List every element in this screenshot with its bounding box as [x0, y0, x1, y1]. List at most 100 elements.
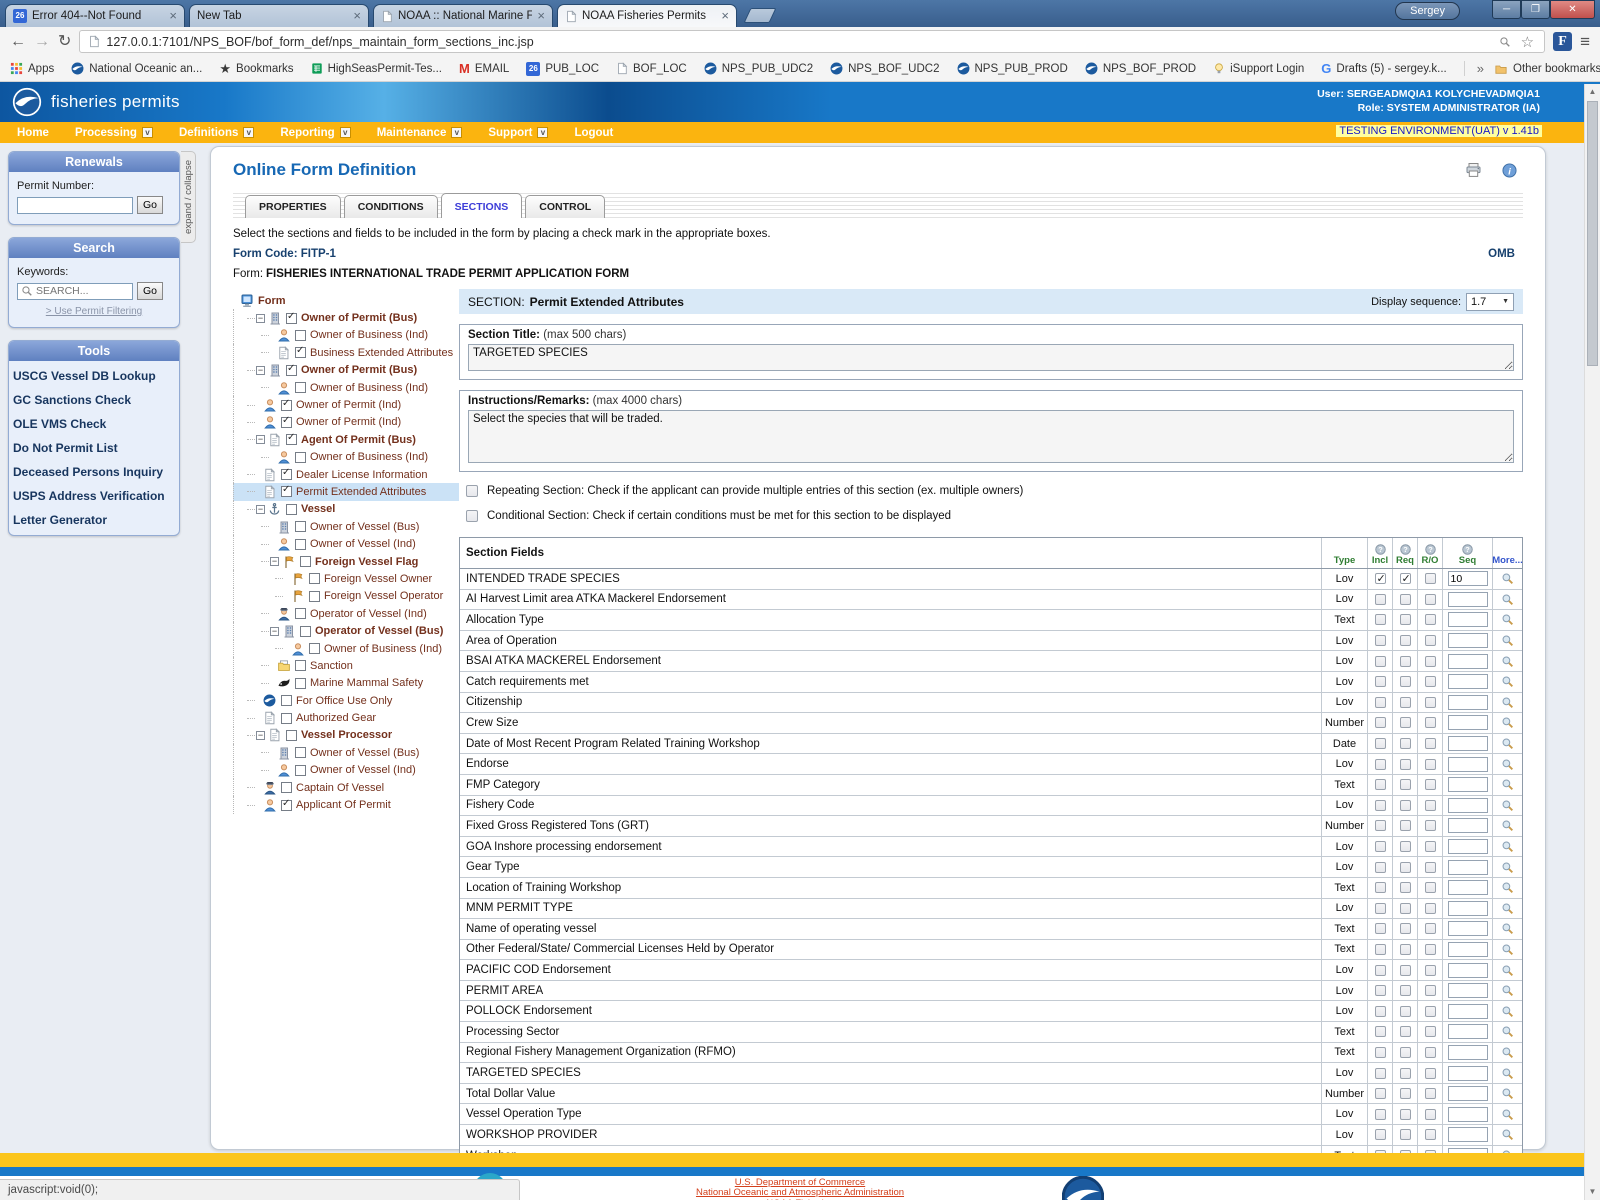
more-button[interactable]	[1492, 960, 1522, 980]
ro-checkbox[interactable]	[1425, 965, 1436, 976]
ro-checkbox[interactable]	[1425, 738, 1436, 749]
seq-input[interactable]	[1448, 942, 1488, 957]
tree-item[interactable]: − Agent Of Permit (Bus)	[233, 431, 459, 448]
tree-checkbox[interactable]	[309, 573, 320, 584]
more-button[interactable]	[1492, 713, 1522, 733]
tree-item[interactable]: − Owner of Permit (Ind)	[233, 414, 459, 431]
tree-checkbox[interactable]	[281, 417, 292, 428]
incl-checkbox[interactable]	[1375, 882, 1386, 893]
tree-item[interactable]: − Owner of Vessel (Bus)	[233, 744, 459, 761]
tree-expander-icon[interactable]: −	[270, 557, 279, 566]
tree-item[interactable]: − Business Extended Attributes	[233, 344, 459, 361]
req-checkbox[interactable]	[1400, 882, 1411, 893]
tree-item[interactable]: − Applicant Of Permit	[233, 796, 459, 813]
tree-item[interactable]: − Owner of Permit (Bus)	[233, 362, 459, 379]
incl-checkbox[interactable]	[1375, 903, 1386, 914]
bookmarks-overflow-icon[interactable]: »	[1477, 61, 1484, 76]
tree-checkbox[interactable]	[286, 365, 297, 376]
seq-input[interactable]	[1448, 592, 1488, 607]
incl-checkbox[interactable]	[1375, 985, 1386, 996]
tree-checkbox[interactable]	[281, 469, 292, 480]
tree-checkbox[interactable]	[281, 400, 292, 411]
req-checkbox[interactable]	[1400, 697, 1411, 708]
incl-checkbox[interactable]	[1375, 923, 1386, 934]
more-button[interactable]	[1492, 878, 1522, 898]
tree-item[interactable]: − Marine Mammal Safety	[233, 675, 459, 692]
scroll-down-icon[interactable]: ▼	[1585, 1184, 1600, 1200]
bookmark-item[interactable]: NPS_PUB_PROD	[957, 62, 1068, 75]
more-button[interactable]	[1492, 940, 1522, 960]
more-button[interactable]	[1492, 1022, 1522, 1042]
ro-checkbox[interactable]	[1425, 594, 1436, 605]
seq-input[interactable]	[1448, 1045, 1488, 1060]
tool-link-ole-vms-check[interactable]: OLE VMS Check	[11, 413, 177, 435]
req-checkbox[interactable]	[1400, 1109, 1411, 1120]
footer-link-noaa[interactable]: National Oceanic and Atmospheric Adminis…	[696, 1187, 904, 1198]
help-icon[interactable]: ?	[1375, 544, 1386, 555]
minimize-button[interactable]: ─	[1492, 0, 1521, 19]
permit-filtering-link[interactable]: > Use Permit Filtering	[17, 306, 171, 317]
incl-checkbox[interactable]	[1375, 862, 1386, 873]
tree-checkbox[interactable]	[281, 800, 292, 811]
other-bookmarks-button[interactable]: Other bookmarks	[1494, 63, 1600, 75]
req-checkbox[interactable]	[1400, 985, 1411, 996]
req-checkbox[interactable]	[1400, 1068, 1411, 1079]
more-button[interactable]	[1492, 754, 1522, 774]
display-sequence-select[interactable]: 1.7 ▼	[1466, 293, 1514, 311]
bookmark-star-icon[interactable]: ☆	[1521, 33, 1534, 51]
vertical-scrollbar[interactable]: ▲ ▼	[1584, 84, 1600, 1200]
req-checkbox[interactable]	[1400, 800, 1411, 811]
browser-tab[interactable]: 26Error 404--Not Found×	[5, 4, 185, 27]
incl-checkbox[interactable]	[1375, 965, 1386, 976]
ro-checkbox[interactable]	[1425, 841, 1436, 852]
seq-input[interactable]	[1448, 674, 1488, 689]
req-checkbox[interactable]	[1400, 717, 1411, 728]
incl-checkbox[interactable]	[1375, 573, 1386, 584]
ro-checkbox[interactable]	[1425, 1026, 1436, 1037]
bookmark-item[interactable]: NPS_PUB_UDC2	[704, 62, 813, 75]
tool-link-do-not-permit-list[interactable]: Do Not Permit List	[11, 437, 177, 459]
req-checkbox[interactable]	[1400, 820, 1411, 831]
req-checkbox[interactable]	[1400, 573, 1411, 584]
permit-number-input[interactable]	[17, 197, 133, 214]
tree-item[interactable]: − Owner of Business (Ind)	[233, 379, 459, 396]
seq-input[interactable]	[1448, 633, 1488, 648]
more-button[interactable]	[1492, 1084, 1522, 1104]
conditional-section-checkbox[interactable]	[466, 510, 478, 522]
ro-checkbox[interactable]	[1425, 779, 1436, 790]
req-checkbox[interactable]	[1400, 841, 1411, 852]
tool-link-gc-sanctions-check[interactable]: GC Sanctions Check	[11, 389, 177, 411]
more-button[interactable]	[1492, 1104, 1522, 1124]
bookmark-item[interactable]: BOF_LOC	[616, 62, 687, 75]
tree-checkbox[interactable]	[300, 626, 311, 637]
seq-input[interactable]	[1448, 715, 1488, 730]
seq-input[interactable]	[1448, 921, 1488, 936]
tree-item[interactable]: − Owner of Business (Ind)	[233, 449, 459, 466]
req-checkbox[interactable]	[1400, 965, 1411, 976]
tab-conditions[interactable]: CONDITIONS	[344, 195, 438, 218]
req-checkbox[interactable]	[1400, 1047, 1411, 1058]
info-icon[interactable]: i	[1502, 163, 1517, 178]
tree-checkbox[interactable]	[286, 313, 297, 324]
ro-checkbox[interactable]	[1425, 923, 1436, 934]
more-button[interactable]	[1492, 693, 1522, 713]
more-button[interactable]	[1492, 796, 1522, 816]
incl-checkbox[interactable]	[1375, 717, 1386, 728]
tree-expander-icon[interactable]: −	[256, 731, 265, 740]
tab-close-icon[interactable]: ×	[353, 11, 361, 21]
more-button[interactable]	[1492, 590, 1522, 610]
seq-input[interactable]	[1448, 1004, 1488, 1019]
tree-checkbox[interactable]	[309, 643, 320, 654]
more-button[interactable]	[1492, 1043, 1522, 1063]
req-checkbox[interactable]	[1400, 862, 1411, 873]
scrollbar-thumb[interactable]	[1587, 101, 1598, 366]
incl-checkbox[interactable]	[1375, 1026, 1386, 1037]
tree-item[interactable]: − For Office Use Only	[233, 692, 459, 709]
ro-checkbox[interactable]	[1425, 676, 1436, 687]
seq-input[interactable]	[1448, 901, 1488, 916]
incl-checkbox[interactable]	[1375, 676, 1386, 687]
ro-checkbox[interactable]	[1425, 862, 1436, 873]
incl-checkbox[interactable]	[1375, 738, 1386, 749]
reload-icon[interactable]: ↻	[58, 34, 71, 50]
req-checkbox[interactable]	[1400, 779, 1411, 790]
